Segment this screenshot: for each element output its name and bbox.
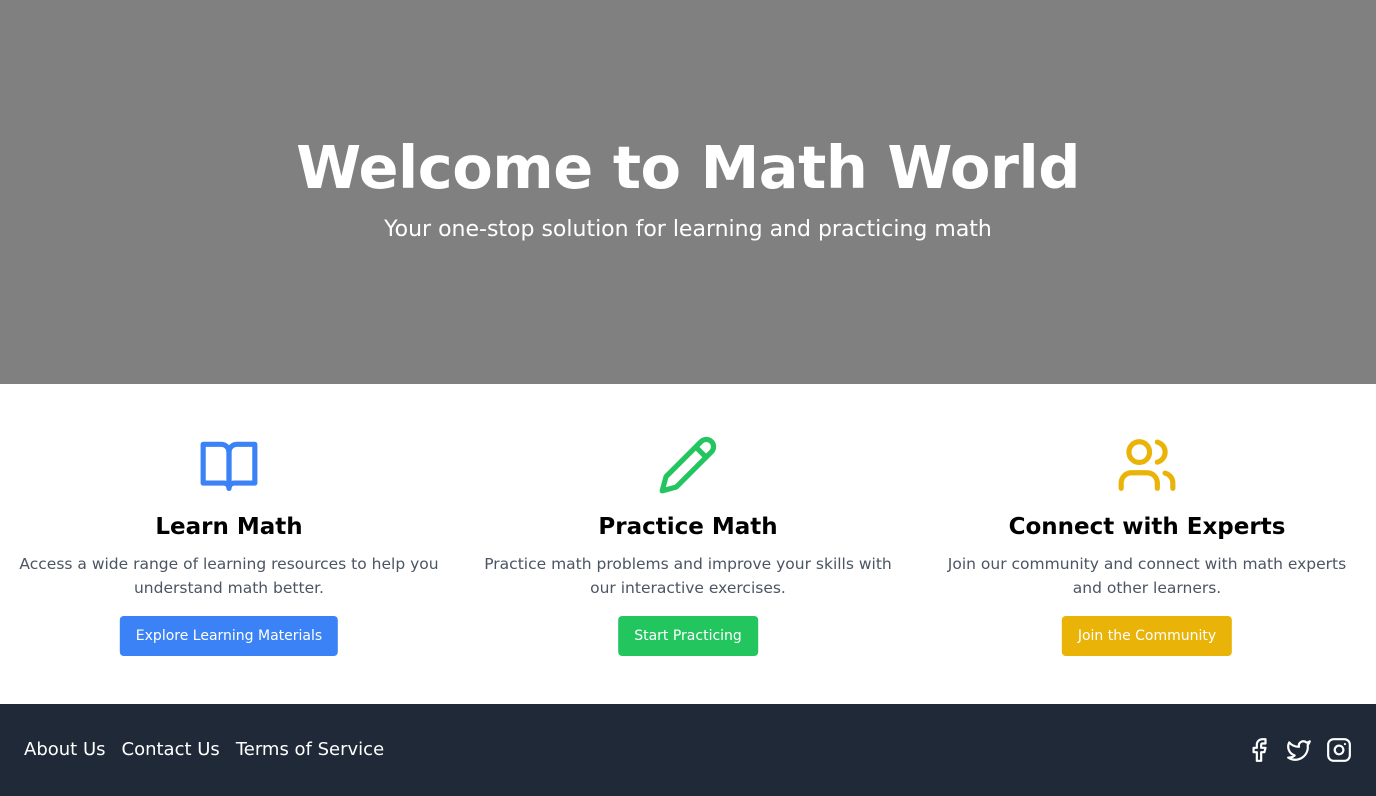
book-open-icon bbox=[198, 434, 260, 496]
contact-us-link[interactable]: Contact Us bbox=[122, 738, 220, 762]
feature-description: Join our community and connect with math… bbox=[947, 555, 1347, 597]
feature-title: Practice Math bbox=[598, 514, 778, 540]
join-community-button[interactable]: Join the Community bbox=[1061, 616, 1233, 656]
facebook-icon[interactable] bbox=[1246, 737, 1272, 763]
social-links bbox=[1246, 704, 1352, 796]
twitter-icon[interactable] bbox=[1286, 737, 1312, 763]
start-practicing-button[interactable]: Start Practicing bbox=[618, 616, 758, 656]
hero-title: Welcome to Math World bbox=[296, 133, 1080, 202]
feature-title: Connect with Experts bbox=[1008, 514, 1286, 540]
feature-description: Access a wide range of learning resource… bbox=[19, 555, 439, 597]
hero-subtitle: Your one-stop solution for learning and … bbox=[384, 217, 992, 242]
features-section: Learn Math Access a wide range of learni… bbox=[0, 384, 1376, 704]
hero-section: Welcome to Math World Your one-stop solu… bbox=[0, 0, 1376, 384]
feature-title: Learn Math bbox=[155, 514, 303, 540]
feature-description: Practice math problems and improve your … bbox=[484, 555, 892, 597]
explore-learning-materials-button[interactable]: Explore Learning Materials bbox=[119, 616, 339, 656]
terms-of-service-link[interactable]: Terms of Service bbox=[236, 738, 384, 762]
feature-practice-math: Practice Math Practice math problems and… bbox=[459, 384, 917, 704]
feature-learn-math: Learn Math Access a wide range of learni… bbox=[0, 384, 458, 704]
pencil-icon bbox=[657, 434, 719, 496]
footer: About Us Contact Us Terms of Service bbox=[0, 704, 1376, 796]
users-icon bbox=[1116, 434, 1178, 496]
about-us-link[interactable]: About Us bbox=[24, 738, 106, 762]
footer-nav: About Us Contact Us Terms of Service bbox=[24, 704, 384, 796]
instagram-icon[interactable] bbox=[1326, 737, 1352, 763]
feature-connect-experts: Connect with Experts Join our community … bbox=[918, 384, 1376, 704]
